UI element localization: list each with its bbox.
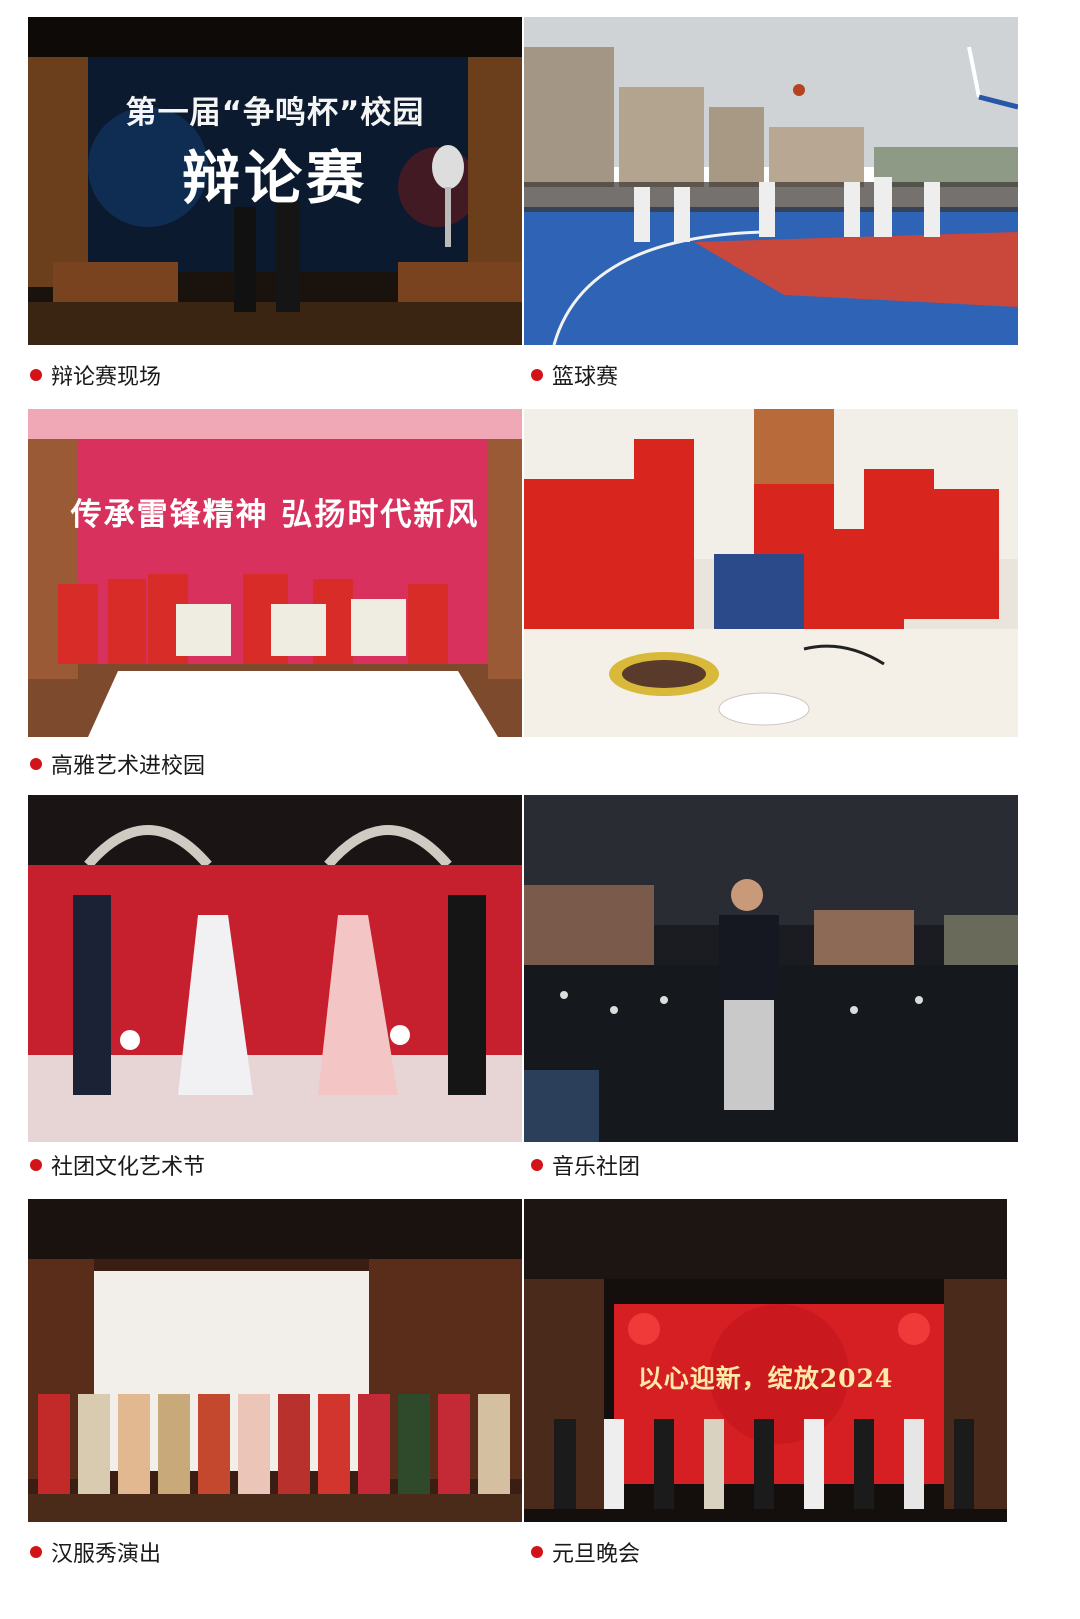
bullet-dot [30, 369, 42, 381]
bullet-dot [30, 758, 42, 770]
photo-debate: 第一届“争鸣杯”校园 辩论赛 [28, 17, 522, 345]
caption-text: 篮球赛 [552, 364, 619, 389]
caption-debate: 辩论赛现场 [30, 359, 161, 391]
gala-banner: 以心迎新，绽放2024 [637, 1364, 894, 1393]
bullet-dot [30, 1159, 42, 1171]
banner-slogan: 传承雷锋精神 弘扬时代新风 [70, 497, 480, 533]
caption-text: 元旦晚会 [552, 1541, 641, 1566]
caption-text: 社团文化艺术节 [51, 1154, 206, 1179]
photo-club-festival [28, 795, 522, 1142]
bullet-dot [531, 1159, 543, 1171]
caption-basketball: 篮球赛 [531, 359, 618, 391]
photo-music-club [524, 795, 1018, 1142]
bullet-dot [30, 1546, 42, 1558]
bullet-dot [531, 1546, 543, 1558]
photo-basketball [524, 17, 1018, 345]
photo-new-year-gala: 以心迎新，绽放2024 [524, 1199, 1007, 1522]
caption-text: 音乐社团 [552, 1154, 641, 1179]
caption-club-festival: 社团文化艺术节 [30, 1149, 205, 1181]
bullet-dot [531, 369, 543, 381]
caption-hanfu-show: 汉服秀演出 [30, 1536, 161, 1568]
caption-text: 汉服秀演出 [51, 1541, 162, 1566]
caption-text: 高雅艺术进校园 [51, 753, 206, 778]
photo-hanfu-show [28, 1199, 522, 1522]
photo-painting [524, 409, 1018, 737]
caption-music-club: 音乐社团 [531, 1149, 640, 1181]
debate-title-line: 第一届“争鸣杯”校园 [125, 95, 425, 131]
debate-title: 辩论赛 [181, 144, 368, 212]
caption-text: 辩论赛现场 [51, 364, 162, 389]
photo-art-campus: 传承雷锋精神 弘扬时代新风 [28, 409, 522, 737]
caption-new-year-gala: 元旦晚会 [531, 1536, 640, 1568]
caption-art-campus: 高雅艺术进校园 [30, 748, 205, 780]
